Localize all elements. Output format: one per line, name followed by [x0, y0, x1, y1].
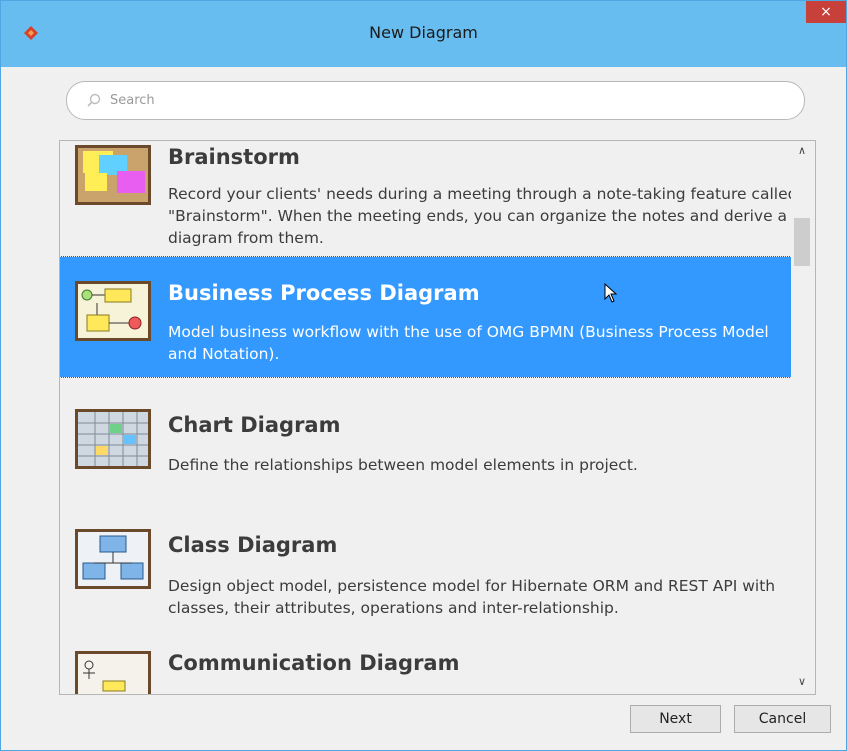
list-item-chart-diagram[interactable]: Chart Diagram Define the relationships b… [60, 379, 791, 499]
vertical-scrollbar[interactable]: ∧ ∨ [791, 141, 813, 694]
item-title: Chart Diagram [168, 413, 341, 437]
search-box[interactable] [66, 81, 805, 120]
item-title: Business Process Diagram [168, 281, 480, 305]
item-description: Record your clients' needs during a meet… [168, 185, 798, 247]
item-title: Brainstorm [168, 145, 300, 169]
mouse-pointer-icon [604, 283, 618, 303]
scroll-thumb[interactable] [794, 218, 810, 266]
scroll-down-arrow-icon[interactable]: ∨ [791, 672, 813, 692]
item-description: Model business workflow with the use of … [168, 323, 769, 363]
list-item-brainstorm[interactable]: Brainstorm Record your clients' needs du… [60, 141, 797, 255]
item-title: Communication Diagram [168, 651, 460, 675]
new-diagram-dialog: New Diagram × Brainstorm Record your cli… [0, 0, 847, 751]
item-description: Design object model, persistence model f… [168, 577, 776, 617]
business-process-diagram-icon [75, 281, 151, 341]
cancel-button[interactable]: Cancel [734, 705, 831, 733]
search-icon [87, 93, 101, 107]
list-item-communication-diagram[interactable]: Communication Diagram [60, 635, 791, 694]
list-item-business-process-diagram[interactable]: Business Process Diagram Model business … [60, 256, 792, 378]
search-input[interactable] [110, 91, 770, 109]
class-diagram-icon [75, 529, 151, 589]
window-title: New Diagram [369, 23, 478, 42]
diagram-type-list: Brainstorm Record your clients' needs du… [59, 140, 816, 695]
scroll-up-arrow-icon[interactable]: ∧ [791, 141, 813, 161]
close-button[interactable]: × [806, 1, 846, 23]
title-bar[interactable]: New Diagram × [1, 1, 846, 67]
communication-diagram-icon [75, 651, 151, 694]
brainstorm-icon [75, 145, 151, 205]
item-description: Define the relationships between model e… [168, 456, 638, 474]
list-item-class-diagram[interactable]: Class Diagram Design object model, persi… [60, 499, 791, 635]
item-title: Class Diagram [168, 533, 338, 557]
next-button[interactable]: Next [630, 705, 721, 733]
chart-diagram-icon [75, 409, 151, 469]
